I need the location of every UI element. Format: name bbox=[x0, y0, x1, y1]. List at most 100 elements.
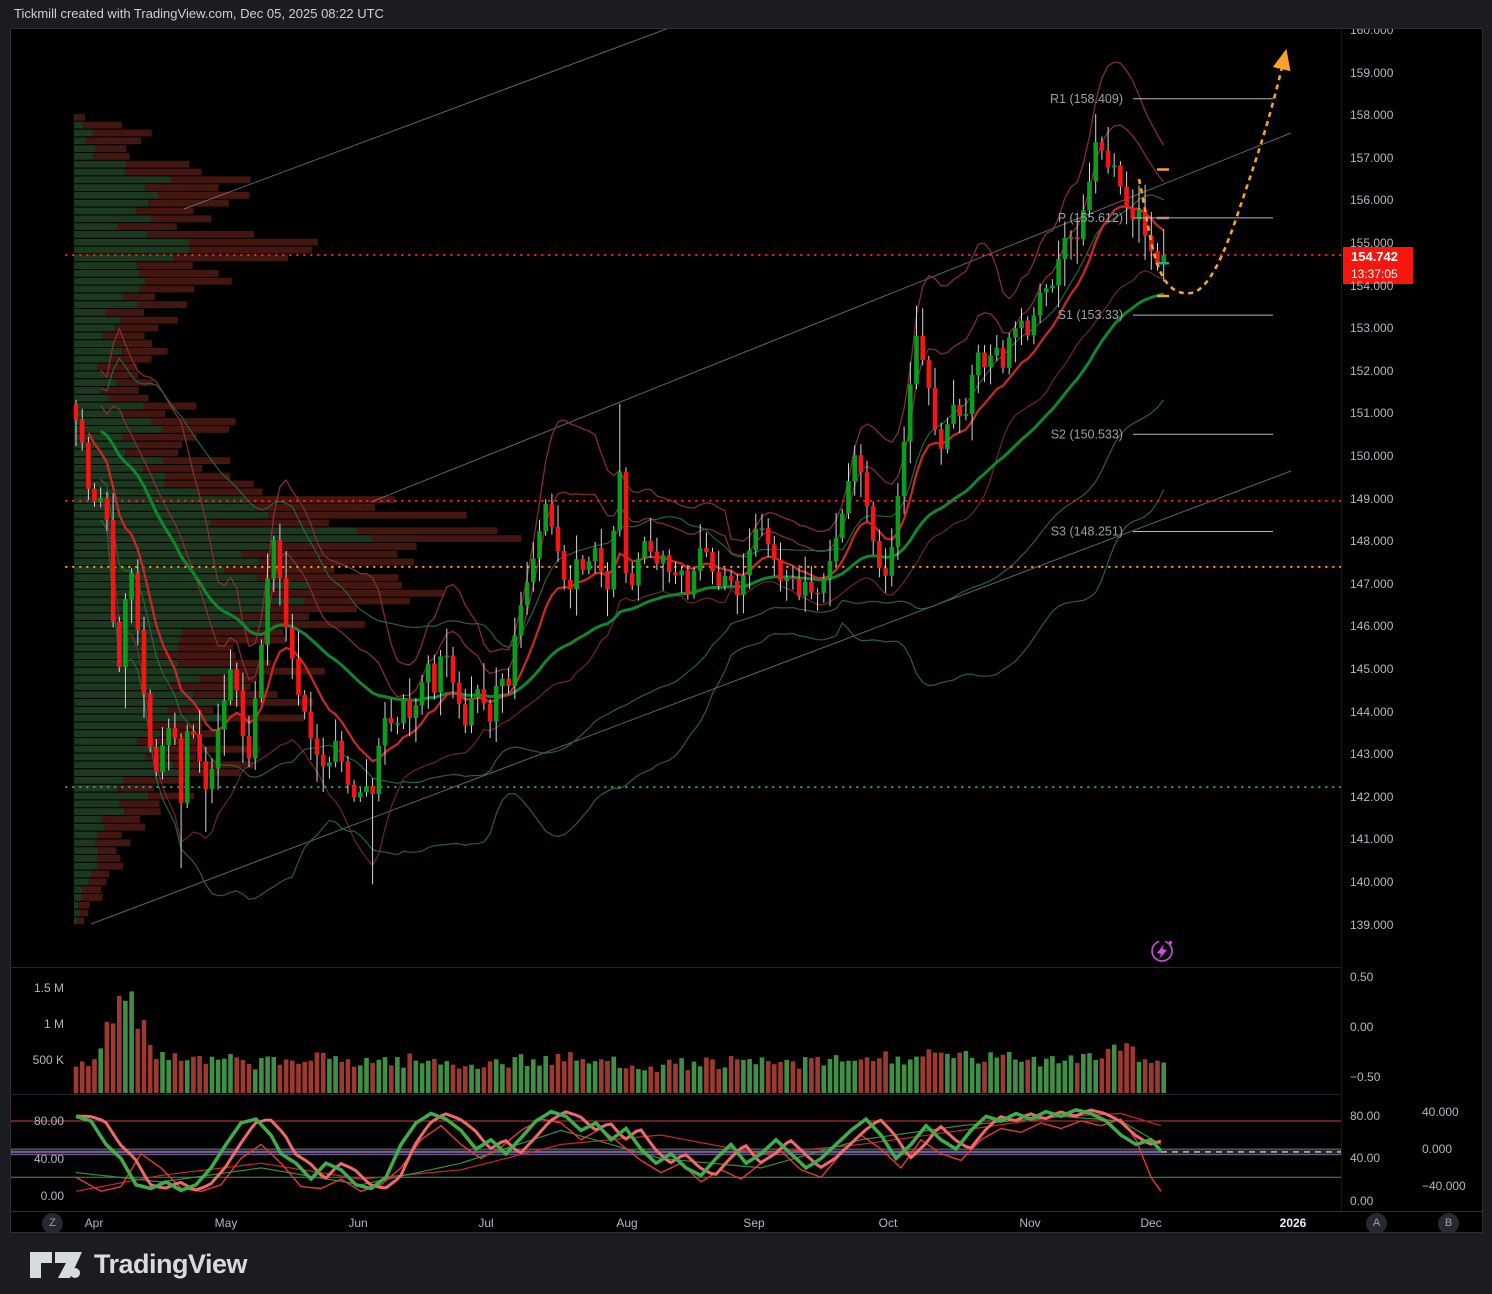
price-tick-label: 146.000 bbox=[1350, 619, 1393, 633]
price-tick-label: 143.000 bbox=[1350, 747, 1393, 761]
volume-profile-buy-bar bbox=[74, 325, 115, 332]
price-tick-label: 158.000 bbox=[1350, 108, 1393, 122]
volume-profile-buy-bar bbox=[74, 824, 105, 831]
volume-bar bbox=[809, 1058, 814, 1093]
volume-profile-buy-bar bbox=[74, 130, 93, 137]
volume-profile-buy-bar bbox=[74, 403, 144, 410]
candle-body bbox=[1007, 338, 1012, 368]
time-axis-label-dec: Dec bbox=[1140, 1216, 1161, 1230]
candle-body bbox=[797, 579, 802, 596]
volume-bar bbox=[587, 1063, 592, 1093]
volume-profile-sell-bar bbox=[80, 910, 89, 917]
volume-bar bbox=[1025, 1060, 1030, 1093]
volume-bar bbox=[661, 1065, 666, 1093]
volume-bar bbox=[723, 1068, 728, 1094]
candle-body bbox=[395, 723, 400, 725]
volume-profile-sell-bar bbox=[189, 247, 312, 254]
volume-bar bbox=[210, 1057, 215, 1093]
volume-profile-buy-bar bbox=[74, 676, 200, 683]
candle-body bbox=[883, 568, 888, 576]
volume-profile-sell-bar bbox=[98, 855, 121, 862]
candle-body bbox=[964, 414, 969, 416]
candle-body bbox=[333, 741, 338, 763]
volume-bar bbox=[871, 1061, 876, 1093]
volume-bar bbox=[98, 1048, 103, 1093]
price-pane[interactable]: R1 (158.409)P (155.612)S1 (153.33)S2 (15… bbox=[11, 29, 1341, 967]
volume-bar bbox=[1075, 1063, 1080, 1093]
volume-profile-buy-bar bbox=[74, 169, 125, 176]
volume-scale-label: 500 K bbox=[33, 1053, 64, 1067]
price-tick-label: 151.000 bbox=[1350, 406, 1393, 420]
candle-body bbox=[1013, 328, 1018, 337]
volume-profile-sell-bar bbox=[137, 442, 182, 449]
candle-body bbox=[352, 785, 357, 798]
price-tick-label: 159.000 bbox=[1350, 66, 1393, 80]
candle-body bbox=[846, 481, 851, 514]
candle-body bbox=[253, 698, 258, 758]
volume-pane[interactable]: 1.5 M1 M500 K bbox=[11, 967, 1341, 1094]
volume-bar bbox=[741, 1060, 746, 1093]
candle-body bbox=[160, 745, 165, 772]
stochastic-pane[interactable]: 80.0040.000.00 bbox=[11, 1094, 1341, 1211]
candle-body bbox=[438, 656, 443, 692]
volume-bar bbox=[896, 1057, 901, 1093]
volume-bar bbox=[939, 1053, 944, 1093]
candle-body bbox=[482, 689, 487, 703]
volume-profile-buy-bar bbox=[74, 886, 82, 893]
volume-bar bbox=[778, 1062, 783, 1093]
price-tick-label: 149.000 bbox=[1350, 492, 1393, 506]
volume-profile-buy-bar bbox=[74, 122, 83, 129]
volume-bar bbox=[568, 1052, 573, 1093]
trendline[interactable] bbox=[371, 133, 1291, 502]
volume-bar bbox=[784, 1060, 789, 1093]
candle-body bbox=[469, 698, 474, 726]
candle-body bbox=[259, 645, 264, 699]
volume-bar bbox=[309, 1061, 314, 1093]
candle-body bbox=[315, 738, 320, 754]
volume-bar bbox=[760, 1057, 765, 1093]
volume-bar bbox=[500, 1064, 505, 1093]
volume-bar bbox=[673, 1064, 678, 1093]
volume-bar bbox=[513, 1057, 518, 1093]
tradingview-logo[interactable]: TradingView bbox=[30, 1246, 247, 1282]
candle-body bbox=[556, 527, 561, 551]
time-scale-axis[interactable]: Z A B AprMayJunJulAugSepOctNovDec2026 bbox=[11, 1211, 1483, 1233]
scale-b-button[interactable]: B bbox=[1438, 1213, 1459, 1233]
volume-profile-buy-bar bbox=[74, 270, 140, 277]
candle-body bbox=[407, 699, 412, 718]
time-axis-label-apr: Apr bbox=[85, 1216, 104, 1230]
volume-profile-sell-bar bbox=[77, 917, 84, 924]
volume-bar bbox=[253, 1070, 258, 1094]
volume-bar bbox=[920, 1056, 925, 1093]
volume-profile-sell-bar bbox=[95, 839, 130, 846]
candle-body bbox=[111, 520, 116, 622]
candle-body bbox=[747, 550, 752, 575]
volume-bar bbox=[1013, 1060, 1018, 1093]
volume-bar bbox=[327, 1059, 332, 1093]
candle-body bbox=[784, 578, 789, 581]
scale-a-button[interactable]: A bbox=[1366, 1213, 1387, 1233]
volume-bar bbox=[315, 1052, 320, 1093]
pivot-label: S2 (150.533) bbox=[1051, 427, 1123, 441]
candle-body bbox=[500, 679, 505, 686]
volume-bar bbox=[766, 1061, 771, 1093]
candle-body bbox=[222, 701, 227, 730]
trendline[interactable] bbox=[184, 29, 669, 209]
volume-profile-buy-bar bbox=[74, 153, 93, 160]
volume-bar bbox=[259, 1058, 264, 1093]
projection-arrow-annotation[interactable] bbox=[1139, 59, 1284, 293]
candle-body bbox=[228, 670, 233, 701]
volume-profile-sell-bar bbox=[145, 278, 231, 285]
volume-bar bbox=[834, 1055, 839, 1093]
candle-body bbox=[309, 712, 314, 739]
volume-bar bbox=[803, 1057, 808, 1093]
timezone-button[interactable]: Z bbox=[42, 1213, 63, 1233]
volume-bar bbox=[123, 1001, 128, 1093]
price-scale-axis[interactable]: 154.742 13:37:05 160.000159.000158.00015… bbox=[1341, 29, 1483, 1211]
volume-profile-sell-bar bbox=[102, 816, 140, 823]
volume-profile-buy-bar bbox=[74, 910, 80, 917]
volume-bar bbox=[704, 1058, 709, 1094]
candle-body bbox=[364, 786, 369, 792]
volume-profile-sell-bar bbox=[198, 488, 262, 495]
candle-body bbox=[686, 571, 691, 595]
